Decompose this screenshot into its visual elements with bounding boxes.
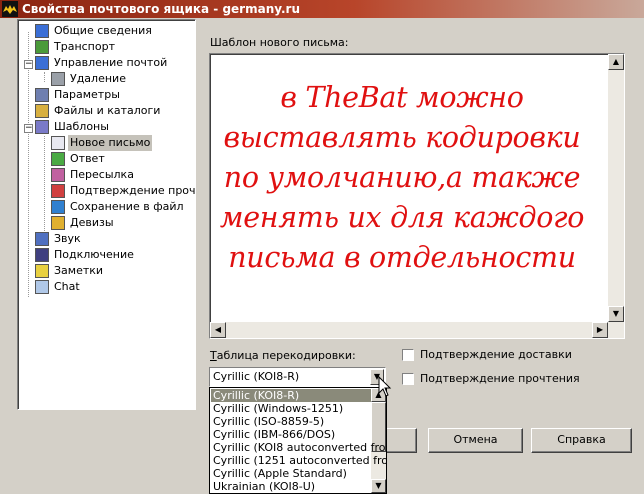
read-confirm-icon: [51, 184, 65, 198]
tree-item-label: Транспорт: [54, 40, 115, 53]
transport-icon: [35, 40, 49, 54]
checkbox-box[interactable]: [402, 349, 414, 361]
conversion-table-select[interactable]: Cyrillic (KOI8-R) ▼: [209, 367, 386, 387]
checkbox-box[interactable]: [402, 373, 414, 385]
parameters-icon: [35, 88, 49, 102]
dropdown-option[interactable]: Ukrainian (KOI8-U): [211, 480, 371, 493]
dropdown-option[interactable]: Cyrillic (ISO-8859-5): [211, 415, 371, 428]
mail-management-icon: [35, 56, 49, 70]
dropdown-option[interactable]: Cyrillic (Windows-1251): [211, 402, 371, 415]
conversion-table-label: Таблица перекодировки:: [210, 349, 356, 362]
expander-mail-management[interactable]: −: [24, 60, 33, 69]
dropdown-option[interactable]: Cyrillic (KOI8-R): [211, 389, 371, 402]
new-letter-icon: [51, 136, 65, 150]
scroll-up-icon[interactable]: ▲: [608, 54, 624, 70]
trash-icon: [51, 72, 65, 86]
template-line: выставлять кодировки: [223, 121, 581, 154]
notes-icon: [35, 264, 49, 278]
read-confirm-label: Подтверждение прочтения: [420, 372, 580, 385]
tree-item-label: Параметры: [54, 88, 120, 101]
dropdown-option[interactable]: Cyrillic (IBM-866/DOS): [211, 428, 371, 441]
scroll-right-icon[interactable]: ▶: [592, 322, 608, 338]
window-title: Свойства почтового ящика - germany.ru: [22, 2, 300, 16]
delivery-confirm-label: Подтверждение доставки: [420, 348, 572, 361]
tree-item-label: Шаблоны: [54, 120, 109, 133]
tree-item-label: Подключение: [54, 248, 134, 261]
tree-item-label: Ответ: [70, 152, 105, 165]
dropdown-option[interactable]: Cyrillic (Apple Standard): [211, 467, 371, 480]
template-label: Шаблон нового письма:: [210, 36, 349, 49]
vertical-scrollbar[interactable]: ▲ ▼: [608, 54, 624, 338]
tree-item-label: Девизы: [70, 216, 114, 229]
tree-item-label: Пересылка: [70, 168, 134, 181]
connection-icon: [35, 248, 49, 262]
tree-item-label: Управление почтой: [54, 56, 168, 69]
dropdown-option[interactable]: Cyrillic (KOI8 autoconverted from: [211, 441, 386, 454]
window-frame: [0, 18, 3, 494]
tree-item-label: Удаление: [70, 72, 126, 85]
template-editor[interactable]: в TheBat можно выставлять кодировки по у…: [209, 53, 625, 339]
scroll-down-icon[interactable]: ▼: [371, 479, 386, 493]
mouse-cursor-icon: [378, 376, 392, 397]
expander-templates[interactable]: −: [24, 124, 33, 133]
reply-icon: [51, 152, 65, 166]
tree-item-label: Новое письмо: [68, 135, 153, 151]
conversion-dropdown-list[interactable]: ▲ ▼ Cyrillic (KOI8-R) Cyrillic (Windows-1…: [209, 387, 387, 494]
folder-info-icon: [35, 24, 49, 38]
tree-item-label: Сохранение в файл: [70, 200, 184, 213]
chat-icon: [35, 280, 49, 294]
mottos-icon: [51, 216, 65, 230]
scroll-down-icon[interactable]: ▼: [608, 306, 624, 322]
template-text[interactable]: в TheBat можно выставлять кодировки по у…: [210, 78, 594, 278]
horizontal-scrollbar[interactable]: ◀ ▶: [210, 322, 608, 338]
settings-tree[interactable]: − − Общие сведения Транспорт Управление по…: [17, 19, 196, 410]
tree-item-label: Подтверждение прочтения: [70, 184, 196, 197]
tree-item-label: Заметки: [54, 264, 104, 277]
template-line: по умолчанию,а также: [223, 161, 581, 194]
forward-icon: [51, 168, 65, 182]
scroll-left-icon[interactable]: ◀: [210, 322, 226, 338]
tree-item-label: Chat: [54, 280, 80, 293]
cancel-button[interactable]: Отмена: [428, 428, 523, 453]
help-button[interactable]: Справка: [531, 428, 632, 453]
template-line: менять их для каждого: [219, 201, 585, 234]
template-line: в TheBat можно: [280, 81, 524, 114]
tree-item-label: Звук: [54, 232, 81, 245]
save-to-file-icon: [51, 200, 65, 214]
files-icon: [35, 104, 49, 118]
sound-icon: [35, 232, 49, 246]
tree-line: [28, 32, 29, 297]
template-line: письма в отдельности: [228, 241, 576, 274]
dropdown-option[interactable]: Cyrillic (1251 autoconverted from: [211, 454, 386, 467]
conversion-selected-value: Cyrillic (KOI8-R): [213, 370, 300, 383]
templates-icon: [35, 120, 49, 134]
bat-app-icon[interactable]: [2, 1, 18, 17]
title-bar[interactable]: Свойства почтового ящика - germany.ru: [0, 0, 644, 18]
tree-line: [44, 136, 45, 233]
tree-item-label: Общие сведения: [54, 24, 152, 37]
tree-item-label: Файлы и каталоги: [54, 104, 161, 117]
tree-line: [44, 72, 45, 82]
